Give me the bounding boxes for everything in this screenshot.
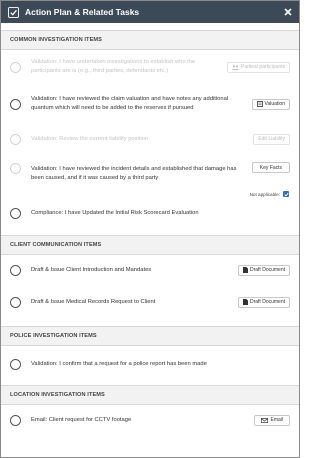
- check-icon: [7, 6, 19, 18]
- task-item-key-facts: Validation: I have reviewed the incident…: [1, 154, 299, 200]
- task-text: Validation: I have reviewed the claim va…: [31, 96, 229, 111]
- task-item-cctv: Email: Client request for CCTV footage E…: [1, 405, 299, 435]
- not-applicable: Not applicable:: [250, 191, 289, 197]
- task-item-valuation: Validation: I have reviewed the claim va…: [1, 84, 299, 124]
- task-item-parties: Validation: I have undertaken investigat…: [1, 50, 299, 84]
- button-label: Email: [270, 417, 283, 423]
- not-applicable-checkbox[interactable]: [283, 191, 289, 197]
- task-radio[interactable]: [10, 98, 21, 110]
- not-applicable-label: Not applicable:: [249, 191, 280, 197]
- task-radio[interactable]: [10, 414, 21, 426]
- task-text: Validation: I confirm that a request for…: [31, 360, 207, 367]
- users-icon: [232, 64, 240, 70]
- action-plan-dialog: Action Plan & Related Tasks COMMON INVES…: [0, 0, 300, 458]
- task-text: Draft & Issue Client Introduction and Ma…: [31, 266, 152, 273]
- button-label: Valuation: [264, 101, 285, 107]
- section-header-police: POLICE INVESTIGATION ITEMS: [1, 326, 299, 346]
- task-item-medical-records: Draft & Issue Medical Records Request to…: [1, 285, 299, 319]
- section-header-client: CLIENT COMMUNICATION ITEMS: [1, 235, 299, 255]
- task-item-scorecard: Compliance: I have Updated the Initial R…: [1, 200, 299, 226]
- task-radio[interactable]: [10, 207, 21, 219]
- parties-participants-button[interactable]: Parties/ participants: [227, 61, 290, 73]
- valuation-button[interactable]: Valuation: [251, 98, 290, 110]
- task-radio[interactable]: [10, 163, 21, 174]
- key-facts-button[interactable]: Key Facts: [251, 162, 290, 173]
- email-button[interactable]: Email: [254, 414, 290, 426]
- document-icon: [242, 267, 248, 273]
- close-icon[interactable]: [283, 7, 293, 17]
- draft-document-button[interactable]: Draft Document: [237, 296, 290, 308]
- task-item-police-report: Validation: I confirm that a request for…: [1, 346, 299, 382]
- task-text: Compliance: I have Updated the Initial R…: [31, 209, 199, 216]
- section-header-common: COMMON INVESTIGATION ITEMS: [1, 30, 299, 50]
- task-text: Validation: Review the current liability…: [31, 135, 149, 142]
- task-radio[interactable]: [10, 358, 21, 370]
- dialog-title: Action Plan & Related Tasks: [25, 7, 140, 17]
- task-item-client-intro: Draft & Issue Client Introduction and Ma…: [1, 255, 299, 285]
- envelope-icon: [261, 417, 269, 423]
- task-radio[interactable]: [10, 264, 21, 276]
- button-label: Edit Liability: [258, 136, 285, 142]
- button-label: Draft Document: [249, 299, 285, 305]
- edit-liability-button[interactable]: Edit Liability: [253, 133, 290, 145]
- draft-document-button[interactable]: Draft Document: [237, 264, 290, 276]
- task-text: Draft & Issue Medical Records Request to…: [31, 298, 156, 305]
- button-label: Key Facts: [259, 164, 282, 171]
- button-label: Draft Document: [249, 267, 285, 273]
- checkmark-icon: [283, 192, 289, 196]
- task-radio[interactable]: [10, 296, 21, 308]
- task-text: Validation: I have undertaken investigat…: [31, 59, 196, 74]
- task-radio[interactable]: [10, 133, 21, 145]
- calculator-icon: [256, 101, 263, 107]
- dialog-titlebar: Action Plan & Related Tasks: [1, 1, 299, 23]
- task-text: Email: Client request for CCTV footage: [31, 416, 132, 423]
- task-item-liability: Validation: Review the current liability…: [1, 124, 299, 154]
- task-radio[interactable]: [10, 61, 21, 73]
- task-text: Validation: I have reviewed the incident…: [31, 166, 237, 181]
- button-label: Parties/ participants: [241, 64, 285, 70]
- section-header-location: LOCATION INVESTIGATION ITEMS: [1, 385, 299, 405]
- document-icon: [242, 299, 248, 305]
